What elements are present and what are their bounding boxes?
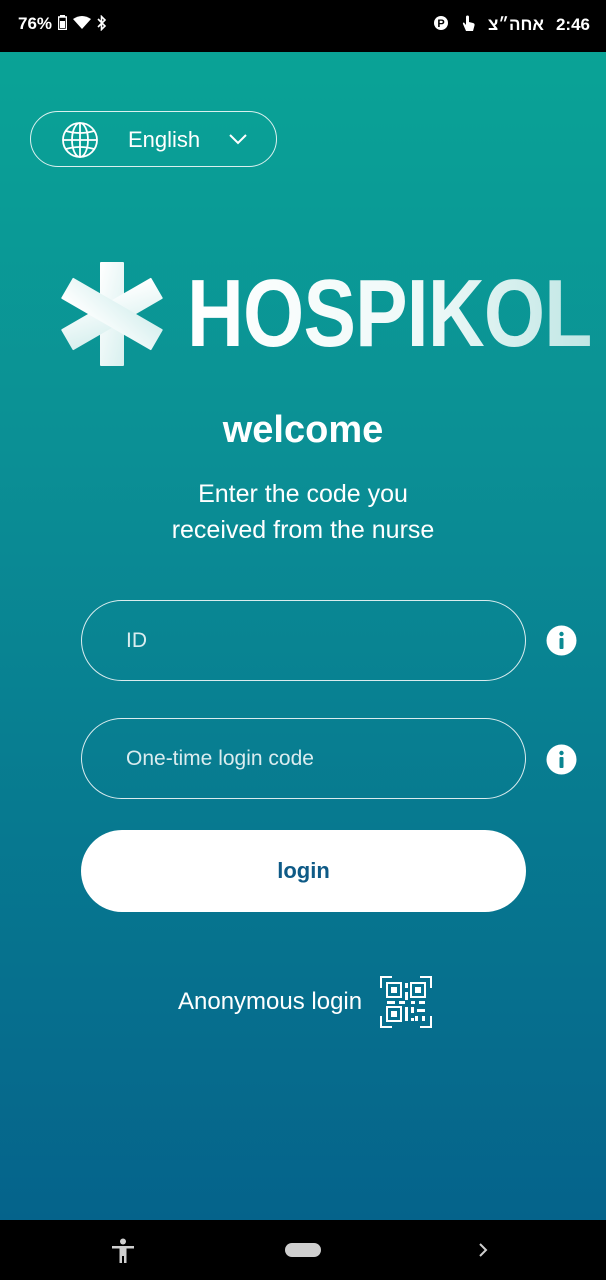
qr-code-icon [380,976,433,1028]
status-bar: 76% P אחה״צ 2:46 [0,0,606,52]
subtitle-line-2: received from the nurse [171,516,435,544]
medical-star-icon [61,262,163,366]
subtitle-line-1: Enter the code you [198,480,408,508]
welcome-title: welcome [222,409,384,451]
home-pill[interactable] [285,1243,321,1257]
status-left: 76% [18,14,107,34]
parking-icon: P [434,15,449,34]
battery-icon [57,15,68,33]
login-code-field [81,718,526,799]
svg-text:P: P [437,18,444,30]
logo-text: HOSPIKOL [187,260,592,367]
welcome-subtitle: Enter the code you received from the nur… [0,476,606,548]
touch-icon [460,14,476,35]
anonymous-login-link[interactable]: Anonymous login [178,974,433,1030]
bluetooth-icon [97,14,107,34]
id-info-icon[interactable] [546,625,577,656]
anonymous-login-label: Anonymous login [178,988,363,1015]
globe-icon [62,122,98,158]
login-code-input[interactable] [82,719,525,798]
system-nav-bar [0,1220,606,1280]
login-button[interactable]: login [81,830,526,912]
battery-percent: 76% [18,14,53,33]
wifi-icon [73,15,92,33]
login-screen: English HOSPIKOL welcome Enter the code … [0,52,606,1220]
status-right: P אחה״צ 2:46 [434,14,590,35]
language-label: English [128,127,201,152]
app-screen: 76% P אחה״צ 2:46 English HOSPIKOL welcom… [0,0,606,1280]
forward-chevron-icon[interactable] [476,1240,490,1260]
id-input[interactable] [82,601,525,680]
status-hebrew-label: אחה״צ [488,14,544,34]
accessibility-icon[interactable] [111,1238,135,1264]
language-selector[interactable]: English [30,111,277,167]
id-field [81,600,526,681]
login-code-info-icon[interactable] [546,744,577,775]
hospikol-logo: HOSPIKOL [60,262,592,366]
status-time: 2:46 [555,14,590,34]
chevron-down-icon [229,134,247,145]
